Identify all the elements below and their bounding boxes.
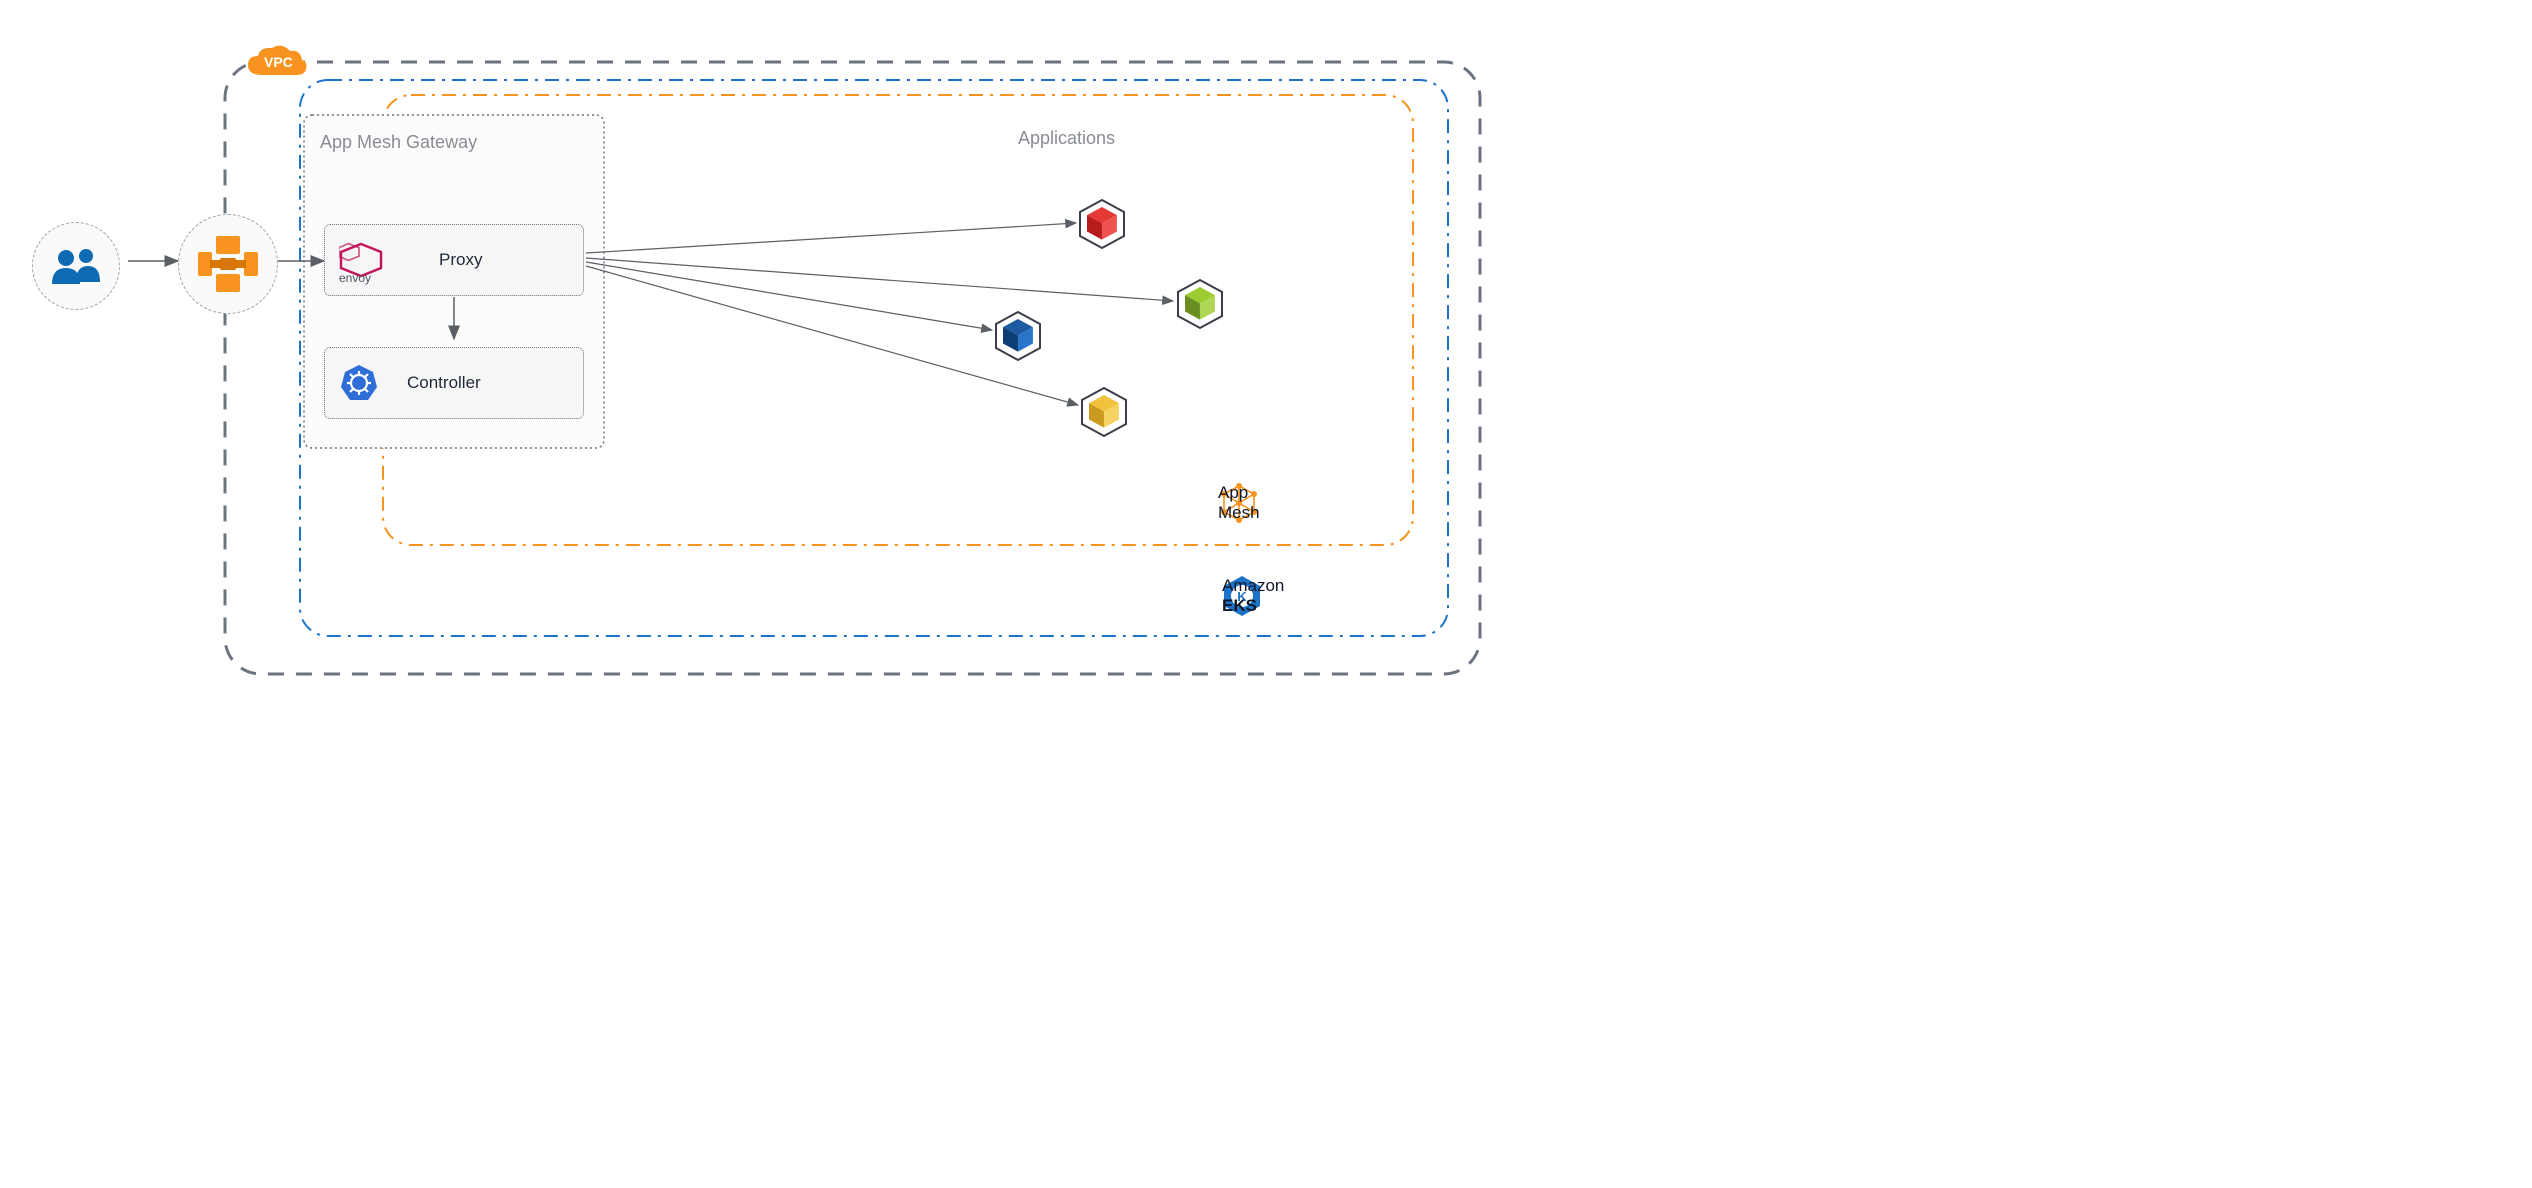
controller-box: Controller [324, 347, 584, 419]
proxy-label: Proxy [439, 250, 482, 270]
boundary-frames [0, 0, 1518, 713]
kubernetes-icon [339, 363, 379, 403]
envoy-label: envoy [339, 271, 371, 285]
load-balancer-icon [198, 236, 258, 292]
proxy-box: envoy Proxy [324, 224, 584, 296]
load-balancer-node [178, 214, 278, 314]
controller-label: Controller [407, 373, 481, 393]
architecture-diagram: VPC App Mesh Gateway envoy Proxy [0, 0, 1518, 713]
eks-badge: K Amazon EKS [1222, 574, 1262, 618]
gateway-title: App Mesh Gateway [320, 132, 477, 153]
vpc-label: VPC [264, 54, 293, 70]
appmesh-label: App Mesh [1218, 483, 1260, 523]
users-icon [50, 246, 102, 286]
applications-title: Applications [1018, 128, 1115, 149]
appmesh-badge: App Mesh [1218, 482, 1260, 524]
users-node [32, 222, 120, 310]
eks-label: Amazon EKS [1222, 576, 1284, 616]
vpc-badge: VPC [242, 43, 308, 83]
